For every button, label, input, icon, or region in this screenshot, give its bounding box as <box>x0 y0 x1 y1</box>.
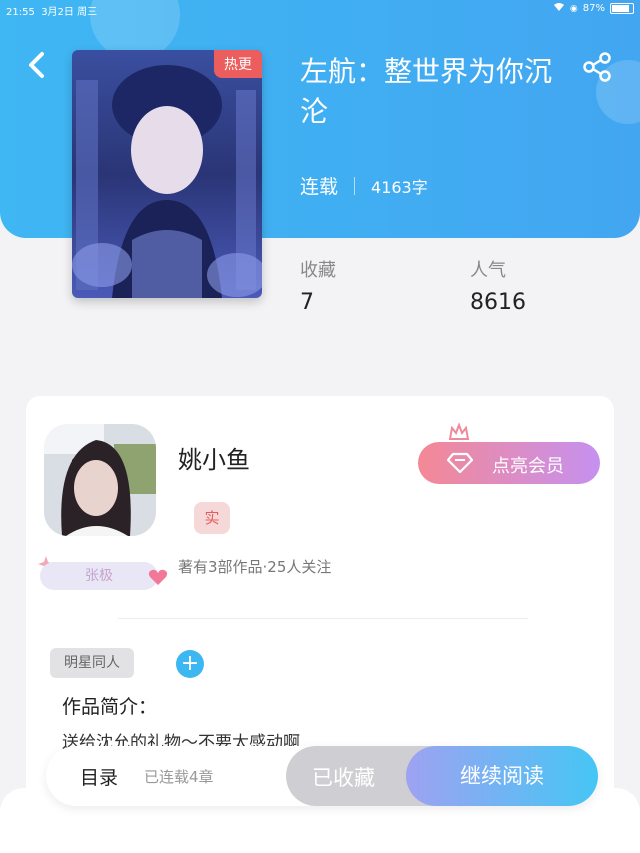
battery-icon <box>610 3 634 14</box>
fan-level-badge: 张极 <box>36 554 168 590</box>
lock-rotation-icon: ◉ <box>569 3 578 14</box>
stat-favorites: 收藏 7 <box>300 256 336 315</box>
book-title: 左航：整世界为你沉沦 <box>300 55 553 128</box>
stat-value: 8616 <box>470 290 526 315</box>
chevron-left-icon <box>29 52 44 78</box>
divider <box>118 618 528 619</box>
meta-divider <box>354 176 356 195</box>
hot-update-badge: 热更 <box>214 50 262 78</box>
stat-label: 人气 <box>470 260 506 281</box>
serial-status: 连载 <box>300 176 339 198</box>
status-right: ◉ 87% <box>553 2 634 15</box>
genre-tag[interactable]: 明星同人 <box>50 648 134 678</box>
stat-value: 7 <box>300 290 314 315</box>
status-bar: 21:55 3月2日 周三 ◉ 87% <box>0 0 640 18</box>
toc-button[interactable]: 目录 <box>80 763 118 790</box>
battery-level <box>612 5 629 12</box>
status-time-date: 21:55 3月2日 周三 <box>6 7 98 18</box>
cover-image <box>72 50 262 298</box>
author-stats: 著有3部作品·25人关注 <box>178 558 332 576</box>
avatar-image <box>44 424 156 536</box>
favorited-label: 已收藏 <box>312 766 375 790</box>
share-icon <box>583 52 611 82</box>
stat-label: 收藏 <box>300 260 336 281</box>
intro-heading: 作品简介： <box>62 696 158 718</box>
back-button[interactable] <box>24 50 50 80</box>
diamond-icon <box>446 452 474 474</box>
heart-icon <box>148 569 168 585</box>
bottom-action-bar: 目录 已连载4章 已收藏 继续阅读 <box>46 746 598 806</box>
battery-percent: 87% <box>582 3 605 14</box>
continue-reading-button[interactable]: 继续阅读 <box>406 746 598 806</box>
wifi-icon <box>553 2 565 15</box>
vip-button[interactable]: 点亮会员 <box>418 422 600 484</box>
add-tag-button[interactable]: + <box>176 650 204 678</box>
crown-icon <box>448 422 470 440</box>
verified-badge: 实 <box>194 502 230 534</box>
book-meta: 连载 4163字 <box>300 172 428 199</box>
author-avatar[interactable] <box>44 424 156 536</box>
chapter-count: 已连载4章 <box>144 768 214 786</box>
fan-level-label: 张极 <box>40 562 158 590</box>
plus-icon: + <box>180 651 200 676</box>
vip-button-label: 点亮会员 <box>492 456 564 477</box>
stat-popularity: 人气 8616 <box>470 256 526 315</box>
share-button[interactable] <box>580 50 614 84</box>
word-count: 4163字 <box>371 177 428 197</box>
author-name: 姚小鱼 <box>178 446 250 474</box>
book-cover[interactable]: 热更 <box>72 50 262 298</box>
